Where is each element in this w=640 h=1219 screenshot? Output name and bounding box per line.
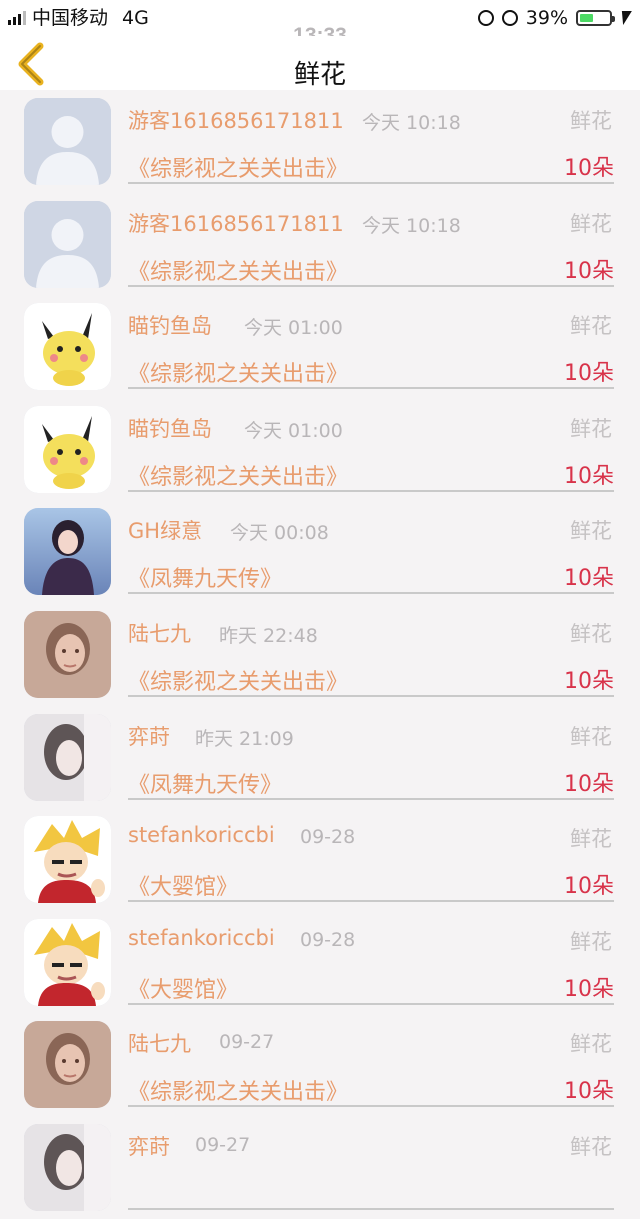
page-title: 鲜花 (293, 60, 346, 90)
list-item[interactable]: 陆七九 昨天 22:48 鲜花《综影视之关关出击》 10朵 (0, 603, 640, 706)
timestamp: 昨天 21:09 (195, 727, 294, 750)
timestamp: 今天 10:18 (362, 112, 461, 134)
book-title[interactable]: 《凤舞九天传》 (128, 767, 282, 799)
battery-icon (576, 10, 615, 26)
list-item[interactable]: 瞄钓鱼岛 今天 01:00 鲜花《综影视之关关出击》 10朵 (0, 398, 640, 501)
gift-type: 鲜花 (570, 109, 612, 133)
charging-icon (618, 11, 632, 25)
list-item[interactable]: stefankoriccbi 09-28 鲜花《大婴馆》 10朵 (0, 808, 640, 911)
girl-photo-avatar[interactable] (24, 1021, 111, 1109)
list-item[interactable]: 陆七九 09-27 鲜花《综影视之关关出击》 10朵 (0, 1013, 640, 1116)
user-name[interactable]: 弈莳 (128, 1131, 170, 1161)
book-title[interactable]: 《综影视之关关出击》 (128, 664, 348, 696)
gift-type: 鲜花 (570, 314, 612, 339)
default-avatar[interactable] (24, 200, 111, 288)
timestamp: 今天 00:08 (230, 522, 329, 545)
row-divider (128, 694, 614, 697)
book-title[interactable]: 《综影视之关关出击》 (128, 151, 348, 183)
status-bar: 中国移动 4G 13:33 39% (0, 0, 640, 47)
user-name[interactable]: 游客1616856171811 (128, 208, 344, 238)
gift-count: 10朵 (564, 1079, 614, 1105)
timestamp: 09-28 (300, 928, 356, 951)
timestamp: 09-27 (219, 1031, 275, 1054)
cartoon-boy-avatar[interactable] (24, 918, 111, 1006)
timestamp: 今天 01:00 (244, 317, 343, 340)
list-item[interactable]: stefankoriccbi 09-28 鲜花《大婴馆》 10朵 (0, 911, 640, 1014)
flower-list: 游客1616856171811 今天 10:18 鲜花 《综影视之关关出击》 10朵 游客… (0, 90, 640, 1219)
book-title[interactable]: 《综影视之关关出击》 (128, 459, 348, 491)
gift-count: 10朵 (564, 668, 614, 694)
gift-count: 10朵 (564, 156, 614, 181)
gift-type: 鲜花 (570, 519, 612, 544)
timestamp: 09-28 (300, 826, 356, 849)
status-right: 39% (477, 0, 632, 36)
list-item[interactable]: 游客1616856171811 今天 10:18 鲜花《综影视之关关出击》 10朵 (0, 90, 640, 193)
battery-percent: 39% (525, 7, 568, 29)
orientation-lock-icon (477, 10, 494, 26)
list-item[interactable]: 弈莳 09-27 鲜花 (0, 1116, 640, 1219)
alarm-icon (501, 10, 518, 26)
user-name[interactable]: stefankoriccbi (128, 823, 275, 847)
gift-type: 鲜花 (570, 621, 612, 646)
pikachu-avatar[interactable] (24, 303, 111, 391)
row-divider (128, 1002, 614, 1005)
row-divider (128, 1207, 614, 1210)
row-divider (128, 797, 614, 800)
pikachu-avatar[interactable] (24, 405, 111, 493)
row-divider (128, 182, 614, 184)
gift-type: 鲜花 (570, 211, 612, 236)
list-item[interactable]: 弈莳 昨天 21:09 鲜花《凤舞九天传》 10朵 (0, 706, 640, 809)
anime-girl-avatar[interactable] (24, 508, 111, 596)
book-title[interactable]: 《综影视之关关出击》 (128, 1074, 348, 1106)
list-item[interactable]: 游客1616856171811 今天 10:18 鲜花《综影视之关关出击》 10朵 (0, 193, 640, 296)
gift-type: 鲜花 (570, 929, 612, 954)
gift-type: 鲜花 (570, 1134, 612, 1159)
book-title[interactable]: 《大婴馆》 (128, 972, 238, 1004)
gift-type: 鲜花 (570, 724, 612, 749)
user-name[interactable]: 瞄钓鱼岛 (128, 413, 212, 443)
grey-girl-avatar[interactable] (24, 713, 111, 801)
row-divider (128, 284, 614, 287)
gift-type: 鲜花 (570, 827, 612, 852)
list-item[interactable]: 瞄钓鱼岛 今天 01:00 鲜花《综影视之关关出击》 10朵 (0, 295, 640, 398)
gift-type: 鲜花 (570, 1032, 612, 1057)
book-title[interactable]: 《综影视之关关出击》 (128, 254, 348, 286)
list-item[interactable]: GH绿意 今天 00:08 鲜花《凤舞九天传》 10朵 (0, 500, 640, 603)
row-divider (128, 592, 614, 595)
gift-count: 10朵 (564, 976, 614, 1002)
default-avatar[interactable] (24, 98, 111, 185)
row-divider (128, 489, 614, 492)
gift-count: 10朵 (564, 566, 614, 592)
user-name[interactable]: 陆七九 (128, 618, 191, 648)
row-divider (128, 387, 614, 390)
cartoon-boy-avatar[interactable] (24, 816, 111, 904)
timestamp: 今天 01:00 (244, 419, 343, 442)
gift-count: 10朵 (564, 463, 614, 489)
user-name[interactable]: 弈莳 (128, 721, 170, 751)
user-name[interactable]: 瞄钓鱼岛 (128, 310, 212, 340)
gift-count: 10朵 (564, 361, 614, 387)
row-divider (128, 900, 614, 903)
user-name[interactable]: 陆七九 (128, 1028, 191, 1058)
book-title[interactable]: 《综影视之关关出击》 (128, 356, 348, 388)
gift-count: 10朵 (564, 258, 614, 284)
user-name[interactable]: GH绿意 (128, 515, 202, 545)
book-title[interactable]: 《凤舞九天传》 (128, 561, 282, 593)
girl-photo-avatar[interactable] (24, 610, 111, 698)
gift-count: 10朵 (564, 771, 614, 797)
book-title[interactable]: 《大婴馆》 (128, 869, 238, 901)
timestamp: 今天 10:18 (362, 214, 461, 237)
user-name[interactable]: 游客1616856171811 (128, 105, 344, 135)
user-name[interactable]: stefankoriccbi (128, 926, 275, 950)
grey-girl-avatar[interactable] (24, 1123, 111, 1211)
timestamp: 09-27 (195, 1133, 251, 1156)
timestamp: 昨天 22:48 (219, 624, 318, 647)
gift-type: 鲜花 (570, 416, 612, 441)
row-divider (128, 1105, 614, 1108)
nav-bar: 鲜花 (0, 36, 640, 90)
gift-count: 10朵 (564, 874, 614, 900)
